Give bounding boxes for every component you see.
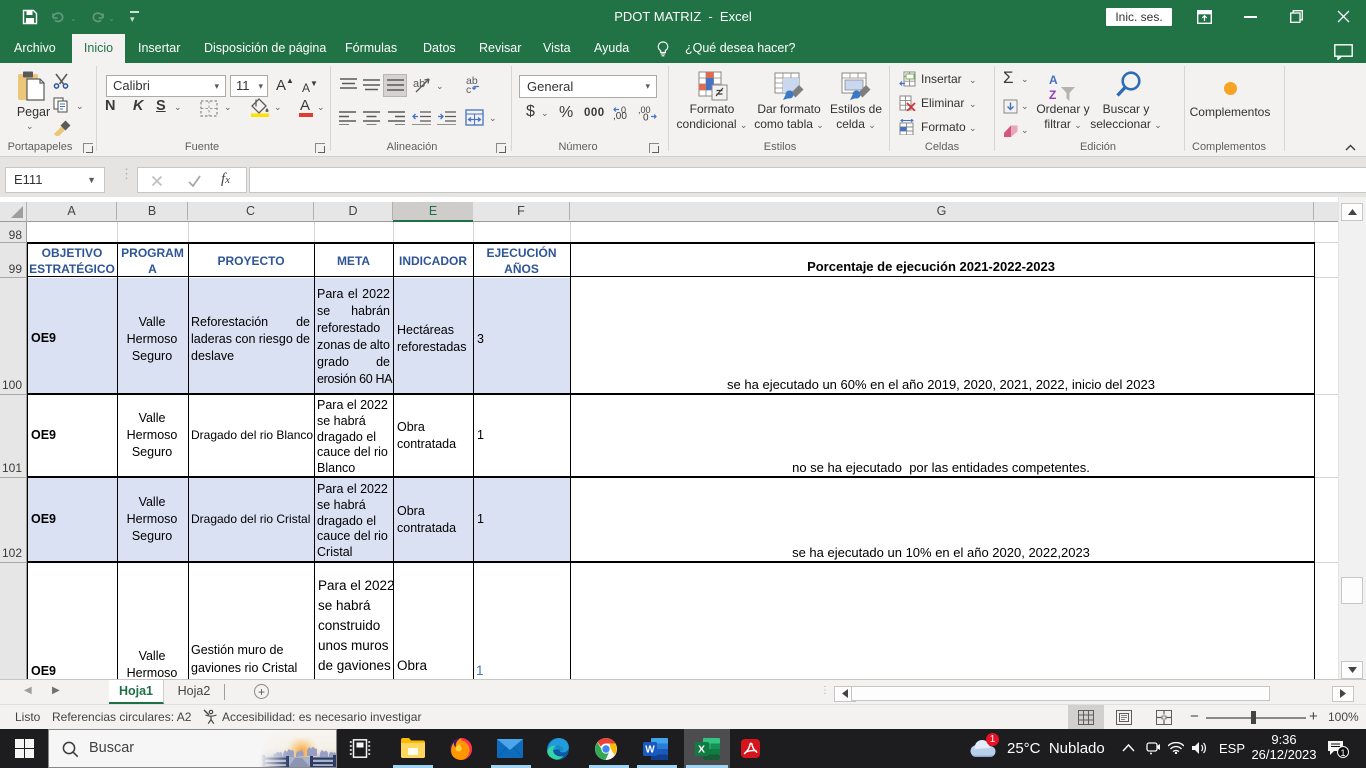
svg-text:0: 0 [621,105,626,115]
svg-text:A: A [1049,73,1058,87]
svg-text:Z: Z [1049,88,1056,102]
svg-text:c: c [466,84,471,94]
svg-text:W: W [645,745,655,756]
svg-text:X: X [698,744,705,756]
svg-text:0: 0 [643,113,649,122]
